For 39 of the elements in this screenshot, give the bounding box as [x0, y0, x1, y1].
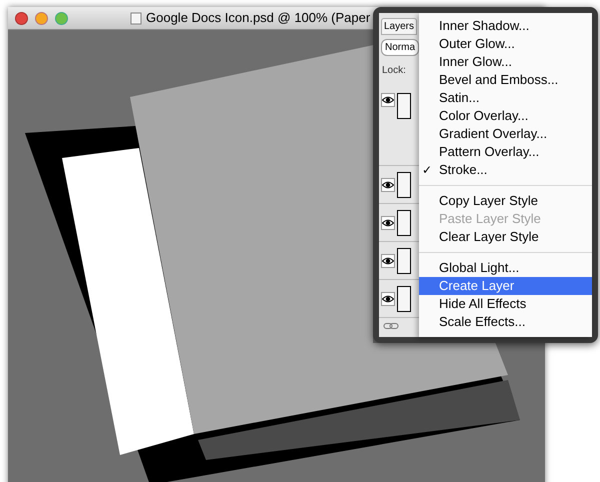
- menu-item[interactable]: Create Layer: [419, 277, 592, 295]
- eye-icon: [382, 256, 394, 264]
- menu-item[interactable]: Copy Layer Style: [419, 192, 592, 210]
- visibility-toggle[interactable]: [381, 178, 395, 192]
- check-mark: ✓: [422, 162, 432, 179]
- close-button[interactable]: [15, 12, 28, 24]
- menu-item[interactable]: Inner Shadow...: [419, 17, 592, 35]
- menu-item[interactable]: Outer Glow...: [419, 35, 592, 53]
- eye-icon: [382, 96, 394, 104]
- minimize-button[interactable]: [35, 12, 48, 24]
- eye-icon: [382, 294, 394, 302]
- visibility-toggle[interactable]: [381, 254, 395, 268]
- menu-item[interactable]: Bevel and Emboss...: [419, 71, 592, 89]
- blend-mode-dropdown[interactable]: Norma: [381, 39, 419, 56]
- menu-item[interactable]: Inner Glow...: [419, 53, 592, 71]
- layers-tab[interactable]: Layers: [381, 18, 418, 35]
- eye-icon: [382, 218, 394, 226]
- menu-item[interactable]: Scale Effects...: [419, 313, 592, 331]
- visibility-toggle[interactable]: [381, 292, 395, 306]
- layer-thumbnail: [397, 286, 411, 312]
- menu-item[interactable]: Gradient Overlay...: [419, 125, 592, 143]
- layer-thumbnail: [397, 210, 411, 236]
- menu-item[interactable]: Satin...: [419, 89, 592, 107]
- visibility-toggle[interactable]: [381, 93, 395, 107]
- menu-item[interactable]: Global Light...: [419, 259, 592, 277]
- link-icon[interactable]: [383, 322, 399, 330]
- layer-thumbnail: [397, 172, 411, 198]
- menu-item[interactable]: ✓ Stroke...: [419, 161, 592, 179]
- window-title: Google Docs Icon.psd @ 100% (Paper: [146, 9, 370, 28]
- menu-item[interactable]: Clear Layer Style: [419, 228, 592, 246]
- menu-item[interactable]: Hide All Effects: [419, 295, 592, 313]
- menu-item[interactable]: Color Overlay...: [419, 107, 592, 125]
- visibility-toggle[interactable]: [381, 216, 395, 230]
- document-icon: [130, 12, 142, 24]
- lock-label: Lock:: [382, 64, 407, 78]
- layer-thumbnail: [397, 93, 411, 119]
- eye-icon: [382, 180, 394, 188]
- layer-thumbnail: [397, 248, 411, 274]
- menu-item[interactable]: Pattern Overlay...: [419, 143, 592, 161]
